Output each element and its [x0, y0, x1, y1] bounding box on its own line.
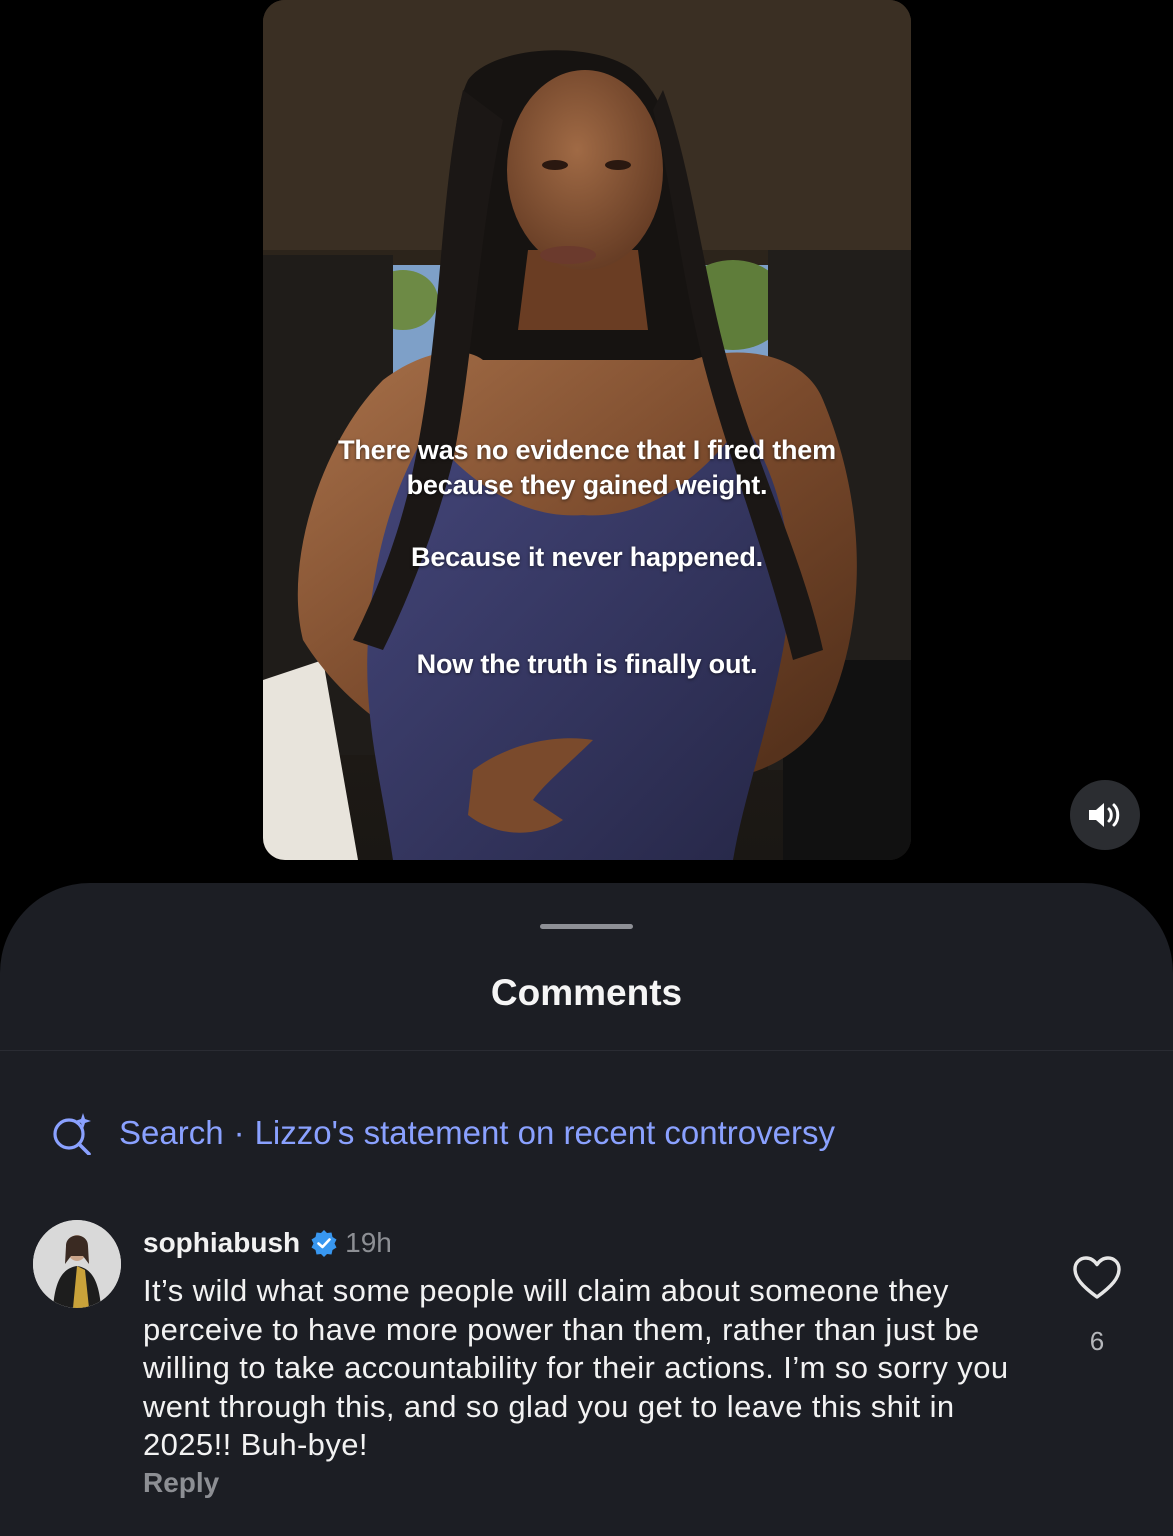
- sheet-drag-handle[interactable]: [540, 924, 633, 929]
- search-query: Lizzo's statement on recent controversy: [254, 1114, 835, 1151]
- comment-header: sophiabush 19h: [143, 1226, 392, 1260]
- comment-text: It’s wild what some people will claim ab…: [143, 1273, 1009, 1462]
- reply-button[interactable]: Reply: [143, 1466, 219, 1500]
- search-suggestion[interactable]: Search · Lizzo's statement on recent contr…: [50, 1111, 835, 1155]
- avatar-image: [33, 1220, 121, 1308]
- search-separator: ·: [233, 1114, 245, 1151]
- avatar[interactable]: [33, 1220, 121, 1308]
- video-caption-primary: There was no evidence that I fired them …: [263, 433, 911, 503]
- verified-badge-icon: [310, 1229, 338, 1257]
- search-suggestion-text: Search · Lizzo's statement on recent contr…: [119, 1113, 835, 1153]
- speaker-on-icon: [1089, 803, 1120, 827]
- video-player[interactable]: There was no evidence that I fired them …: [263, 0, 911, 860]
- divider: [0, 1050, 1173, 1051]
- like-button[interactable]: [1072, 1255, 1122, 1301]
- search-sparkle-icon: [50, 1111, 94, 1155]
- comments-title: Comments: [490, 972, 683, 1013]
- comment-username[interactable]: sophiabush: [143, 1226, 300, 1260]
- video-frame: [263, 0, 911, 860]
- caption-line: There was no evidence that I fired them: [338, 435, 836, 465]
- like-count: 6: [1089, 1326, 1105, 1356]
- volume-button[interactable]: [1070, 780, 1140, 850]
- video-caption-tertiary: Now the truth is finally out.: [416, 649, 758, 679]
- heart-outline-icon: [1073, 1256, 1121, 1299]
- caption-line: because they gained weight.: [406, 470, 768, 500]
- comments-sheet: Comments Search · Lizzo's statement on rec…: [0, 883, 1173, 1536]
- video-caption-secondary: Because it never happened.: [411, 542, 763, 572]
- screen: There was no evidence that I fired them …: [0, 0, 1173, 1536]
- search-label: Search: [119, 1114, 224, 1151]
- comment-timestamp: 19h: [345, 1227, 392, 1258]
